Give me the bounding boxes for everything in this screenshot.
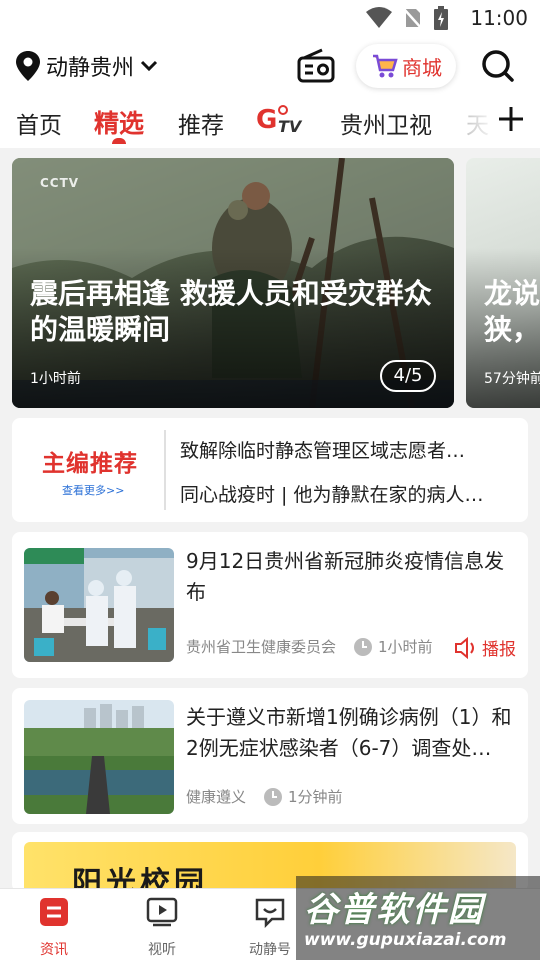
slide-title-line2: 狭， <box>484 313 540 346</box>
mall-button[interactable]: 商城 <box>356 44 456 88</box>
status-icons <box>366 6 448 30</box>
location-selector[interactable]: 动静贵州 <box>16 50 160 82</box>
location-pin-icon <box>16 51 40 81</box>
tab-home[interactable]: 首页 <box>16 106 62 140</box>
slide-title: 龙说 狭， <box>484 276 540 348</box>
clock-icon <box>264 787 283 806</box>
slide-counter-current: 4 <box>393 365 405 386</box>
nav-video[interactable]: 视听 <box>122 895 202 959</box>
news-item[interactable]: 关于遵义市新增1例确诊病例（1）和2例无症状感染者（6-7）调查处… 健康遵义 … <box>12 688 528 824</box>
tab-gtv[interactable]: G TV <box>256 104 310 140</box>
news-source: 贵州省卫生健康委员会 <box>186 638 337 656</box>
radio-button[interactable] <box>296 48 336 84</box>
news-thumbnail <box>24 700 174 814</box>
speaker-icon <box>455 636 474 659</box>
watermark-main: 谷普软件园 <box>304 890 484 930</box>
play-icon <box>146 897 178 927</box>
top-bar: 动静贵州 商城 <box>0 36 540 98</box>
headline-carousel[interactable]: CCTV 震后再相逢 救援人员和受灾群众的温暖瞬间 1小时前 4/5 龙说 狭， … <box>12 158 540 408</box>
mall-label: 商城 <box>402 55 442 80</box>
news-meta: 健康遵义 1分钟前 <box>186 786 343 807</box>
tab-recommend[interactable]: 推荐 <box>178 106 224 140</box>
slide-title: 震后再相逢 救援人员和受灾群众的温暖瞬间 <box>30 277 432 346</box>
plus-icon <box>499 107 523 131</box>
editor-pick-item[interactable]: 同心战疫时 | 他为静默在家的病人… <box>180 480 510 507</box>
slide-title-line1: 龙说 <box>484 277 540 310</box>
active-tab-indicator <box>112 138 126 144</box>
banner-text: 阳光校园 <box>72 866 208 892</box>
editor-logo-accent: 推荐 <box>90 451 138 477</box>
svg-text:G: G <box>256 105 277 134</box>
radio-icon <box>297 48 335 83</box>
carousel-slide-next[interactable]: 龙说 狭， 57分钟前 <box>466 158 540 408</box>
editor-pick-logo[interactable]: 主编推荐 查看更多>> <box>42 444 162 498</box>
slide-time: 1小时前 <box>30 371 81 387</box>
gtv-logo-icon: G TV <box>256 105 303 136</box>
news-meta: 贵州省卫生健康委员会 1小时前 <box>186 636 433 657</box>
status-bar: 11:00 <box>0 0 540 36</box>
editor-logo-main: 主编 <box>42 451 90 477</box>
news-item[interactable]: 9月12日贵州省新冠肺炎疫情信息发布 贵州省卫生健康委员会 1小时前 播报 <box>12 532 528 678</box>
news-icon <box>40 898 68 926</box>
search-icon <box>482 50 514 82</box>
broadcast-button[interactable]: 播报 <box>454 635 516 660</box>
watermark-url: www.gupuxiazai.com <box>304 930 507 950</box>
slide-counter: 4/5 <box>380 360 436 392</box>
shopping-cart-icon <box>373 54 398 78</box>
tab-fade <box>458 98 498 148</box>
carousel-slide[interactable]: CCTV 震后再相逢 救援人员和受灾群众的温暖瞬间 1小时前 4/5 <box>12 158 454 408</box>
news-source: 健康遵义 <box>186 788 247 806</box>
search-button[interactable] <box>480 48 516 84</box>
cctv-logo: CCTV <box>40 176 80 190</box>
slide-counter-total: 5 <box>411 365 423 386</box>
battery-charging-icon <box>434 6 448 30</box>
broadcast-label: 播报 <box>482 640 516 660</box>
news-thumbnail <box>24 548 174 662</box>
see-more-link[interactable]: 查看更多>> <box>42 482 162 498</box>
news-time: 1分钟前 <box>288 788 343 806</box>
nav-label: 视听 <box>148 942 176 958</box>
tab-featured[interactable]: 精选 <box>94 104 144 140</box>
slide-time: 57分钟前 <box>484 371 540 387</box>
chat-bubble-icon <box>255 898 285 929</box>
nav-news[interactable]: 资讯 <box>14 895 94 959</box>
clock-time: 11:00 <box>470 6 528 30</box>
svg-text:TV: TV <box>278 117 303 134</box>
location-label: 动静贵州 <box>46 56 135 81</box>
chevron-down-icon <box>140 60 158 72</box>
tab-guizhou-tv[interactable]: 贵州卫视 <box>340 106 432 140</box>
news-time: 1小时前 <box>378 638 433 656</box>
add-channel-button[interactable] <box>496 104 526 134</box>
site-watermark: 谷普软件园 www.gupuxiazai.com <box>296 876 540 960</box>
category-tabs: 首页 精选 推荐 G TV 贵州卫视 天 <box>0 98 540 148</box>
editor-pick-item[interactable]: 致解除临时静态管理区域志愿者… <box>180 436 510 463</box>
clock-icon <box>354 637 373 656</box>
editor-pick-card: 主编推荐 查看更多>> 致解除临时静态管理区域志愿者… 同心战疫时 | 他为静默… <box>12 418 528 522</box>
divider <box>164 430 166 510</box>
news-title: 关于遵义市新增1例确诊病例（1）和2例无症状感染者（6-7）调查处… <box>186 705 512 760</box>
wifi-icon <box>366 7 392 28</box>
nav-label: 资讯 <box>40 942 68 958</box>
no-sim-icon <box>404 8 422 29</box>
news-title: 9月12日贵州省新冠肺炎疫情信息发布 <box>186 549 505 604</box>
